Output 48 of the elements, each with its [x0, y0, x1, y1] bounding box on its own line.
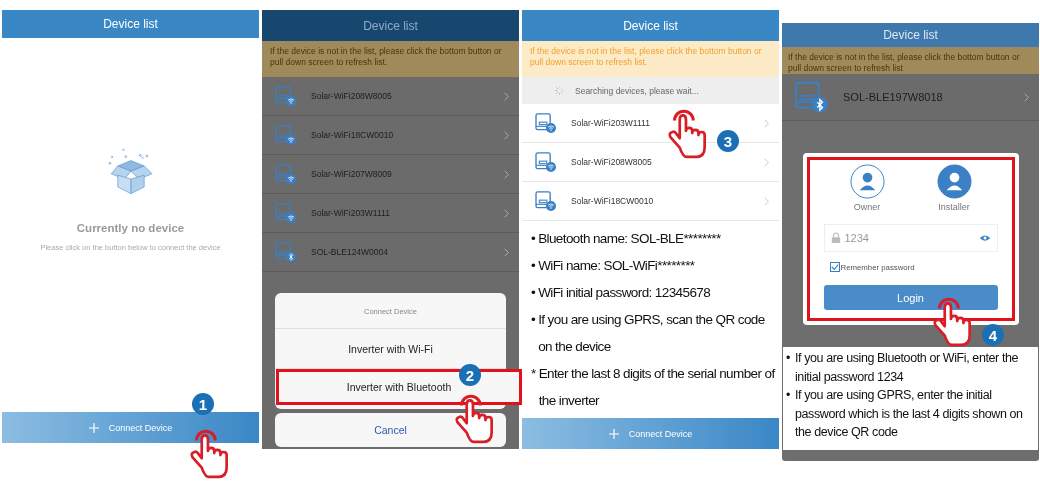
eye-icon[interactable]	[978, 234, 991, 242]
device-wifi-icon	[275, 164, 297, 184]
note-text: • If you are using GPRS, scan the QR code on the device	[531, 311, 766, 356]
lock-icon	[830, 232, 841, 244]
checkmark-icon	[830, 263, 839, 271]
device-wifi-icon	[535, 113, 557, 133]
note-text: • If you are using GPRS, enter the initial password which is the last 4 digits shown on the device QR code	[786, 387, 1024, 441]
connect-device-button[interactable]: Connect Device	[2, 412, 259, 443]
password-field[interactable]: 1234	[823, 224, 998, 252]
chevron-right-icon	[504, 247, 509, 257]
chevron-right-icon	[1024, 92, 1029, 102]
searching-text: Searching devices, please wait...	[575, 85, 699, 96]
device-wifi-icon	[535, 152, 557, 172]
note-text: * Enter the last 8 digits of the serial number of the inverter	[531, 365, 775, 410]
device-wifi-icon	[535, 191, 557, 211]
notice-text: If the device is not in the list, please click the bottom button or pull down screen to refresh list.	[262, 41, 519, 77]
device-wifi-icon	[275, 125, 297, 145]
screen-title: Device list	[883, 28, 938, 42]
step-badge: 4	[982, 324, 1004, 346]
chevron-right-icon	[764, 157, 769, 167]
plus-icon	[608, 428, 619, 439]
note-text: • WiFi name: SOL-WiFi********	[531, 257, 696, 275]
screen-title: Device list	[103, 17, 158, 31]
chevron-right-icon	[504, 208, 509, 218]
note-text: • If you are using Bluetooth or WiFi, enter the initial password 1234	[786, 350, 1020, 386]
note-text: • WiFi initial password: 12345678	[531, 284, 712, 302]
connect-device-button[interactable]: Connect Device	[522, 418, 779, 449]
empty-state-title: Currently no device	[76, 222, 185, 234]
chevron-right-icon	[764, 118, 769, 128]
chevron-right-icon	[504, 169, 509, 179]
screen-title: Device list	[623, 18, 678, 33]
loading-spinner-icon	[554, 85, 565, 96]
notice-text: If the device is not in the list, please click the bottom button or pull down screen to refresh list.	[522, 41, 779, 77]
device-bluetooth-icon	[795, 81, 829, 113]
plus-icon	[88, 422, 99, 433]
note-text: • Bluetooth name: SOL-BLE********	[531, 230, 722, 248]
chevron-right-icon	[764, 196, 769, 206]
step-badge: 1	[192, 393, 214, 415]
login-button[interactable]: Login	[823, 285, 998, 310]
device-wifi-icon	[275, 86, 297, 106]
chevron-right-icon	[504, 91, 509, 101]
screen-title: Device list	[363, 18, 418, 33]
role-option[interactable]: Installer	[936, 164, 972, 212]
chevron-right-icon	[504, 130, 509, 140]
notice-text: If the device is not in the list, please click the bottom button or pull down screen to refresh list	[782, 47, 1039, 74]
device-wifi-icon	[275, 203, 297, 223]
device-bluetooth-icon	[275, 242, 297, 262]
role-option[interactable]: Owner	[849, 164, 885, 212]
